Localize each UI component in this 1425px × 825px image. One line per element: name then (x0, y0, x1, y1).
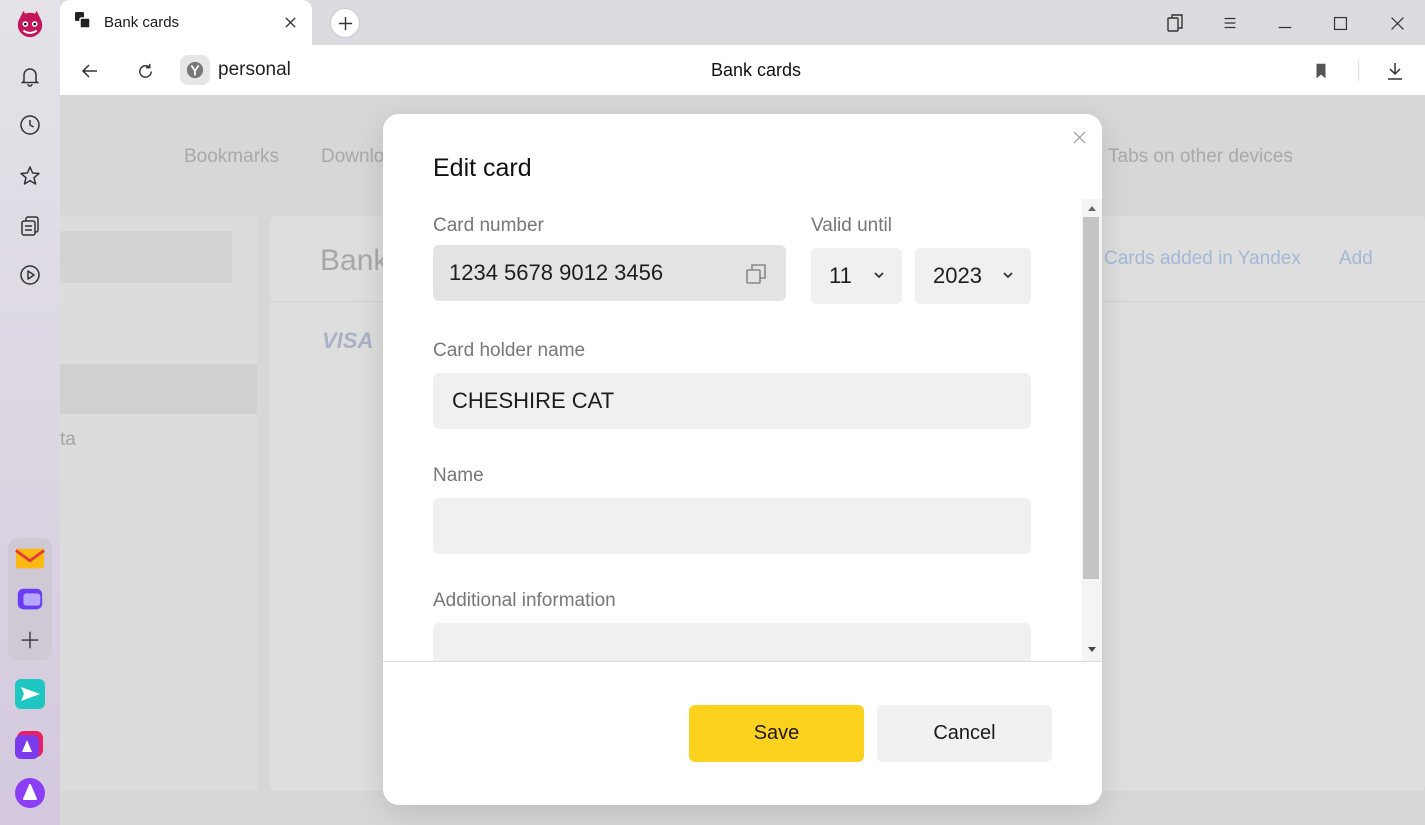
bookmarks-star-icon[interactable] (14, 160, 46, 192)
assistant-app-icon[interactable] (14, 777, 46, 809)
tab-favicon-icon (74, 10, 94, 35)
back-arrow-icon[interactable] (76, 57, 104, 85)
tab-title: Bank cards (104, 14, 180, 31)
save-button[interactable]: Save (689, 705, 864, 762)
cancel-button[interactable]: Cancel (877, 705, 1052, 762)
card-number-label: Card number (433, 215, 544, 236)
add-app-icon[interactable] (14, 624, 46, 656)
send-app-icon[interactable] (14, 678, 46, 710)
left-sidebar (0, 0, 60, 825)
card-holder-field[interactable]: CHESHIRE CAT (433, 373, 1031, 429)
chevron-down-icon (1003, 272, 1013, 279)
additional-info-field[interactable] (433, 623, 1031, 661)
collections-panel-icon[interactable] (1162, 10, 1188, 36)
tab-close-icon[interactable] (280, 12, 300, 32)
add-card-link[interactable]: Add (1339, 248, 1373, 270)
minimize-icon[interactable] (1272, 10, 1298, 36)
dialog-scrollbar[interactable] (1082, 199, 1102, 661)
nav-bookmarks[interactable]: Bookmarks (184, 146, 279, 168)
settings-sidebar: ta (60, 216, 257, 791)
maximize-icon[interactable] (1327, 10, 1353, 36)
card-number-value: 1234 5678 9012 3456 (449, 260, 664, 285)
sidebar-search[interactable] (60, 231, 232, 283)
profile-avatar-icon[interactable] (14, 8, 46, 40)
dialog-footer-divider (383, 661, 1102, 662)
tab-bank-cards[interactable]: Bank cards (60, 0, 312, 45)
reload-icon[interactable] (131, 57, 159, 85)
valid-until-label: Valid until (811, 215, 892, 236)
copy-icon[interactable] (744, 262, 768, 286)
messenger-app-icon[interactable] (14, 583, 46, 615)
window-close-icon[interactable] (1384, 10, 1410, 36)
expiry-month-select[interactable]: 11 (811, 248, 902, 304)
notifications-bell-icon[interactable] (14, 60, 46, 92)
address-text[interactable]: personal (218, 59, 291, 81)
additional-info-label: Additional information (433, 590, 616, 611)
menu-icon[interactable] (1217, 10, 1243, 36)
mail-app-icon[interactable] (14, 542, 46, 574)
sidebar-selected-item[interactable] (60, 364, 257, 414)
alice-app-icon[interactable] (14, 728, 46, 760)
address-divider (1358, 61, 1359, 81)
card-holder-value: CHESHIRE CAT (452, 388, 615, 413)
nav-downloads[interactable]: Downlo (321, 146, 384, 168)
address-bar: personal Bank cards (60, 45, 1425, 96)
downloads-icon[interactable] (1381, 57, 1409, 85)
scroll-up-arrow-icon[interactable] (1086, 203, 1098, 213)
dialog-close-icon[interactable] (1068, 126, 1090, 148)
sidebar-item-partial[interactable]: ta (60, 429, 76, 451)
site-yandex-icon[interactable] (180, 55, 210, 85)
dialog-scroll-area[interactable]: Card number 1234 5678 9012 3456 Valid un… (383, 199, 1102, 661)
name-label: Name (433, 465, 484, 486)
chevron-down-icon (874, 272, 884, 279)
bookmark-flag-icon[interactable] (1307, 57, 1335, 85)
history-clock-icon[interactable] (14, 109, 46, 141)
cards-added-link[interactable]: Cards added in Yandex (1104, 248, 1301, 270)
scrollbar-thumb[interactable] (1083, 217, 1099, 579)
section-title: Bank (320, 244, 389, 277)
expiry-year-select[interactable]: 2023 (915, 248, 1031, 304)
plus-icon (338, 16, 352, 30)
tab-bar: Bank cards (60, 0, 1425, 45)
card-number-field[interactable]: 1234 5678 9012 3456 (433, 245, 786, 301)
nav-tabs-other-devices[interactable]: Tabs on other devices (1108, 146, 1293, 168)
card-holder-label: Card holder name (433, 340, 586, 361)
edit-card-dialog: Edit card Card number 1234 5678 9012 345… (383, 114, 1102, 805)
expiry-year-value: 2023 (933, 263, 982, 288)
scroll-down-arrow-icon[interactable] (1086, 645, 1098, 655)
visa-card-logo[interactable]: VISA (322, 328, 373, 354)
new-tab-button[interactable] (330, 8, 360, 38)
page-title: Bank cards (711, 60, 802, 80)
dialog-title: Edit card (433, 154, 532, 182)
expiry-month-value: 11 (829, 263, 852, 288)
video-play-icon[interactable] (14, 259, 46, 291)
collections-icon[interactable] (14, 210, 46, 242)
name-field[interactable] (433, 498, 1031, 554)
